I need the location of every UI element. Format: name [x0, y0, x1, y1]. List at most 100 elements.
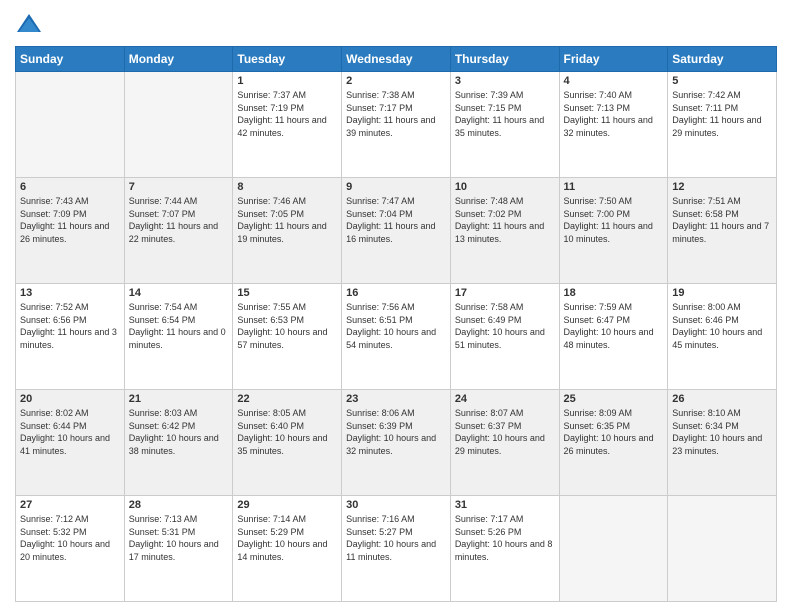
day-info: Sunrise: 8:06 AMSunset: 6:39 PMDaylight:… [346, 407, 446, 457]
day-info: Sunrise: 7:14 AMSunset: 5:29 PMDaylight:… [237, 513, 337, 563]
day-info: Sunrise: 7:16 AMSunset: 5:27 PMDaylight:… [346, 513, 446, 563]
day-number: 20 [20, 393, 120, 405]
day-info: Sunrise: 8:07 AMSunset: 6:37 PMDaylight:… [455, 407, 555, 457]
calendar-day-cell: 4Sunrise: 7:40 AMSunset: 7:13 PMDaylight… [559, 72, 668, 178]
day-number: 10 [455, 181, 555, 193]
day-info: Sunrise: 7:44 AMSunset: 7:07 PMDaylight:… [129, 195, 229, 245]
calendar-day-cell: 2Sunrise: 7:38 AMSunset: 7:17 PMDaylight… [342, 72, 451, 178]
calendar-day-cell: 11 Sunrise: 7:50 AMSunset: 7:00 PMDayligh… [559, 178, 668, 284]
day-info: Sunrise: 7:47 AMSunset: 7:04 PMDaylight:… [346, 195, 446, 245]
day-number: 27 [20, 499, 120, 511]
calendar-week-row: 1 Sunrise: 7:37 AMSunset: 7:19 PMDaylight… [16, 72, 777, 178]
calendar-day-cell: 19 Sunrise: 8:00 AMSunset: 6:46 PMDayligh… [668, 284, 777, 390]
day-number: 8 [237, 181, 337, 193]
day-number: 18 [564, 287, 664, 299]
calendar-day-cell: 20Sunrise: 8:02 AMSunset: 6:44 PMDayligh… [16, 390, 125, 496]
day-number: 6 [20, 181, 120, 193]
calendar-day-cell: 9 Sunrise: 7:47 AMSunset: 7:04 PMDaylight… [342, 178, 451, 284]
day-number: 16 [346, 287, 446, 299]
calendar-header-row: SundayMondayTuesdayWednesdayThursdayFrid… [16, 47, 777, 72]
calendar-day-cell: 25 Sunrise: 8:09 AMSunset: 6:35 PMDayligh… [559, 390, 668, 496]
day-info: Sunrise: 8:05 AMSunset: 6:40 PMDaylight:… [237, 407, 337, 457]
day-number: 14 [129, 287, 229, 299]
calendar-day-cell: 29 Sunrise: 7:14 AMSunset: 5:29 PMDayligh… [233, 496, 342, 602]
calendar-day-cell: 6Sunrise: 7:43 AMSunset: 7:09 PMDaylight… [16, 178, 125, 284]
day-number: 3 [455, 75, 555, 87]
day-number: 21 [129, 393, 229, 405]
day-info: Sunrise: 8:09 AMSunset: 6:35 PMDaylight:… [564, 407, 664, 457]
day-info: Sunrise: 7:40 AMSunset: 7:13 PMDaylight:… [564, 89, 664, 139]
day-number: 19 [672, 287, 772, 299]
day-header-wednesday: Wednesday [342, 47, 451, 72]
day-info: Sunrise: 7:39 AMSunset: 7:15 PMDaylight:… [455, 89, 555, 139]
calendar-day-cell: 21 Sunrise: 8:03 AMSunset: 6:42 PMDayligh… [124, 390, 233, 496]
calendar-day-cell: 30 Sunrise: 7:16 AMSunset: 5:27 PMDayligh… [342, 496, 451, 602]
day-info: Sunrise: 8:00 AMSunset: 6:46 PMDaylight:… [672, 301, 772, 351]
calendar-day-cell: 1 Sunrise: 7:37 AMSunset: 7:19 PMDaylight… [233, 72, 342, 178]
day-info: Sunrise: 7:42 AMSunset: 7:11 PMDaylight:… [672, 89, 772, 139]
day-info: Sunrise: 7:37 AMSunset: 7:19 PMDaylight:… [237, 89, 337, 139]
calendar-week-row: 27 Sunrise: 7:12 AMSunset: 5:32 PMDayligh… [16, 496, 777, 602]
calendar-week-row: 20Sunrise: 8:02 AMSunset: 6:44 PMDayligh… [16, 390, 777, 496]
day-number: 29 [237, 499, 337, 511]
calendar-day-cell: 13 Sunrise: 7:52 AMSunset: 6:56 PMDayligh… [16, 284, 125, 390]
day-info: Sunrise: 7:46 AMSunset: 7:05 PMDaylight:… [237, 195, 337, 245]
day-number: 25 [564, 393, 664, 405]
day-header-saturday: Saturday [668, 47, 777, 72]
day-info: Sunrise: 7:38 AMSunset: 7:17 PMDaylight:… [346, 89, 446, 139]
calendar-week-row: 6Sunrise: 7:43 AMSunset: 7:09 PMDaylight… [16, 178, 777, 284]
day-number: 5 [672, 75, 772, 87]
day-info: Sunrise: 7:12 AMSunset: 5:32 PMDaylight:… [20, 513, 120, 563]
calendar-day-cell: 7 Sunrise: 7:44 AMSunset: 7:07 PMDaylight… [124, 178, 233, 284]
day-info: Sunrise: 7:58 AMSunset: 6:49 PMDaylight:… [455, 301, 555, 351]
calendar-day-cell: 24 Sunrise: 8:07 AMSunset: 6:37 PMDayligh… [450, 390, 559, 496]
logo [15, 10, 47, 38]
calendar-day-cell [668, 496, 777, 602]
day-number: 13 [20, 287, 120, 299]
calendar: SundayMondayTuesdayWednesdayThursdayFrid… [15, 46, 777, 602]
day-number: 11 [564, 181, 664, 193]
day-info: Sunrise: 7:52 AMSunset: 6:56 PMDaylight:… [20, 301, 120, 351]
calendar-day-cell: 22 Sunrise: 8:05 AMSunset: 6:40 PMDayligh… [233, 390, 342, 496]
calendar-day-cell: 3 Sunrise: 7:39 AMSunset: 7:15 PMDaylight… [450, 72, 559, 178]
day-number: 7 [129, 181, 229, 193]
calendar-day-cell: 15 Sunrise: 7:55 AMSunset: 6:53 PMDayligh… [233, 284, 342, 390]
calendar-day-cell: 28Sunrise: 7:13 AMSunset: 5:31 PMDayligh… [124, 496, 233, 602]
day-header-sunday: Sunday [16, 47, 125, 72]
day-info: Sunrise: 7:51 AMSunset: 6:58 PMDaylight:… [672, 195, 772, 245]
day-info: Sunrise: 7:17 AMSunset: 5:26 PMDaylight:… [455, 513, 555, 563]
day-number: 15 [237, 287, 337, 299]
day-info: Sunrise: 7:55 AMSunset: 6:53 PMDaylight:… [237, 301, 337, 351]
calendar-week-row: 13 Sunrise: 7:52 AMSunset: 6:56 PMDayligh… [16, 284, 777, 390]
calendar-day-cell: 12 Sunrise: 7:51 AMSunset: 6:58 PMDayligh… [668, 178, 777, 284]
day-number: 23 [346, 393, 446, 405]
day-number: 9 [346, 181, 446, 193]
calendar-day-cell: 10 Sunrise: 7:48 AMSunset: 7:02 PMDayligh… [450, 178, 559, 284]
day-info: Sunrise: 7:59 AMSunset: 6:47 PMDaylight:… [564, 301, 664, 351]
day-number: 30 [346, 499, 446, 511]
day-info: Sunrise: 7:13 AMSunset: 5:31 PMDaylight:… [129, 513, 229, 563]
day-number: 31 [455, 499, 555, 511]
day-number: 22 [237, 393, 337, 405]
day-info: Sunrise: 8:03 AMSunset: 6:42 PMDaylight:… [129, 407, 229, 457]
calendar-day-cell [559, 496, 668, 602]
day-number: 12 [672, 181, 772, 193]
calendar-day-cell: 16Sunrise: 7:56 AMSunset: 6:51 PMDayligh… [342, 284, 451, 390]
calendar-day-cell: 23 Sunrise: 8:06 AMSunset: 6:39 PMDayligh… [342, 390, 451, 496]
calendar-day-cell: 18 Sunrise: 7:59 AMSunset: 6:47 PMDayligh… [559, 284, 668, 390]
day-number: 17 [455, 287, 555, 299]
day-info: Sunrise: 7:50 AMSunset: 7:00 PMDaylight:… [564, 195, 664, 245]
day-number: 24 [455, 393, 555, 405]
day-number: 26 [672, 393, 772, 405]
calendar-day-cell: 14Sunrise: 7:54 AMSunset: 6:54 PMDayligh… [124, 284, 233, 390]
day-header-tuesday: Tuesday [233, 47, 342, 72]
calendar-day-cell: 5 Sunrise: 7:42 AMSunset: 7:11 PMDaylight… [668, 72, 777, 178]
header [15, 10, 777, 38]
calendar-day-cell [124, 72, 233, 178]
calendar-day-cell [16, 72, 125, 178]
calendar-day-cell: 27 Sunrise: 7:12 AMSunset: 5:32 PMDayligh… [16, 496, 125, 602]
day-info: Sunrise: 7:48 AMSunset: 7:02 PMDaylight:… [455, 195, 555, 245]
calendar-day-cell: 8 Sunrise: 7:46 AMSunset: 7:05 PMDaylight… [233, 178, 342, 284]
day-number: 1 [237, 75, 337, 87]
calendar-day-cell: 26Sunrise: 8:10 AMSunset: 6:34 PMDayligh… [668, 390, 777, 496]
